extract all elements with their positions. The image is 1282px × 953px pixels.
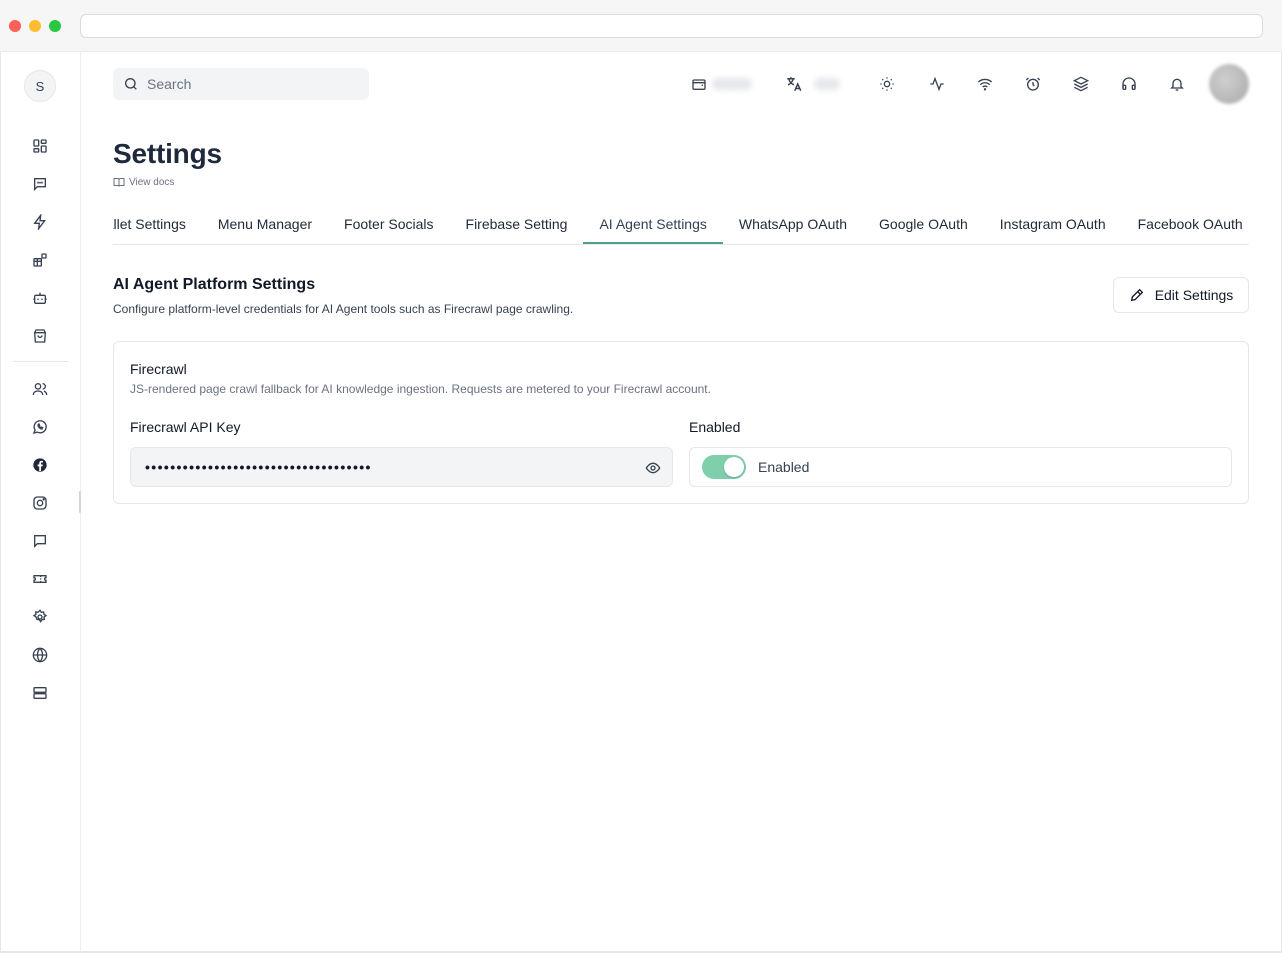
- shopping-bag-icon[interactable]: [30, 326, 50, 346]
- api-key-label: Firecrawl API Key: [130, 419, 241, 435]
- wallet-balance-blurred: [712, 78, 752, 90]
- tab-footer-socials[interactable]: Footer Socials: [328, 204, 449, 244]
- user-avatar[interactable]: [1209, 64, 1249, 104]
- api-key-masked-value: ••••••••••••••••••••••••••••••••••••: [145, 459, 372, 475]
- view-docs-link[interactable]: View docs: [113, 176, 174, 188]
- firecrawl-card: Firecrawl JS-rendered page crawl fallbac…: [113, 341, 1249, 504]
- globe-icon[interactable]: [30, 645, 50, 665]
- address-bar[interactable]: [80, 14, 1263, 38]
- language-blurred: [814, 78, 840, 90]
- alarm-icon[interactable]: [1023, 74, 1043, 94]
- firecrawl-api-key-field[interactable]: ••••••••••••••••••••••••••••••••••••: [130, 447, 673, 487]
- tab-google-oauth[interactable]: Google OAuth: [863, 204, 984, 244]
- firecrawl-description: JS-rendered page crawl fallback for AI k…: [130, 382, 711, 396]
- sidebar-scroll-indicator[interactable]: [79, 491, 81, 513]
- settings-icon[interactable]: [30, 607, 50, 627]
- activity-icon[interactable]: [927, 74, 947, 94]
- enabled-toggle-field: Enabled: [689, 447, 1232, 487]
- sun-icon[interactable]: [877, 74, 897, 94]
- bell-icon[interactable]: [1167, 74, 1187, 94]
- browser-chrome: [0, 0, 1282, 52]
- edit-settings-label: Edit Settings: [1154, 287, 1234, 303]
- view-docs-label: View docs: [129, 176, 175, 188]
- search-icon: [125, 78, 137, 90]
- window-minimize-button[interactable]: [29, 20, 41, 32]
- tab-instagram-oauth[interactable]: Instagram OAuth: [984, 204, 1122, 244]
- whatsapp-icon[interactable]: [30, 417, 50, 437]
- enabled-label: Enabled: [689, 419, 741, 435]
- facebook-icon[interactable]: [30, 455, 50, 475]
- section-title: AI Agent Platform Settings: [113, 276, 316, 293]
- toggle-knob: [724, 457, 744, 477]
- chat-icon[interactable]: [30, 174, 50, 194]
- server-icon[interactable]: [30, 683, 50, 703]
- message-icon[interactable]: [30, 531, 50, 551]
- tab-wallet-settings[interactable]: Wallet Settings: [113, 204, 202, 244]
- translate-icon[interactable]: [784, 74, 804, 94]
- tab-whatsapp-oauth[interactable]: WhatsApp OAuth: [723, 204, 863, 244]
- book-icon: [113, 178, 125, 187]
- workspace-avatar[interactable]: S: [24, 70, 56, 102]
- edit-settings-button[interactable]: Edit Settings: [1113, 277, 1249, 313]
- settings-tabs: Wallet Settings Menu Manager Footer Soci…: [113, 204, 1249, 245]
- dashboard-icon[interactable]: [30, 136, 50, 156]
- lightning-icon[interactable]: [30, 212, 50, 232]
- sidebar-divider: [13, 361, 68, 362]
- enabled-state-text: Enabled: [758, 459, 810, 475]
- users-icon[interactable]: [30, 379, 50, 399]
- sidebar: S: [1, 52, 81, 951]
- window-maximize-button[interactable]: [49, 20, 61, 32]
- firecrawl-title: Firecrawl: [130, 361, 187, 377]
- section-description: Configure platform-level credentials for…: [113, 302, 574, 316]
- layers-icon[interactable]: [1071, 74, 1091, 94]
- wifi-icon[interactable]: [975, 74, 995, 94]
- search-placeholder: Search: [147, 76, 192, 92]
- tab-menu-manager[interactable]: Menu Manager: [202, 204, 328, 244]
- tab-firebase-setting[interactable]: Firebase Setting: [450, 204, 584, 244]
- window-close-button[interactable]: [9, 20, 21, 32]
- search-input[interactable]: Search: [113, 68, 369, 100]
- enabled-toggle[interactable]: [702, 455, 746, 479]
- tab-facebook-oauth[interactable]: Facebook OAuth: [1122, 204, 1249, 244]
- headset-icon[interactable]: [1119, 74, 1139, 94]
- eye-icon[interactable]: [644, 459, 662, 477]
- page-title: Settings: [113, 138, 222, 169]
- ticket-icon[interactable]: [30, 569, 50, 589]
- tab-ai-agent-settings[interactable]: AI Agent Settings: [583, 204, 724, 244]
- bot-icon[interactable]: [30, 288, 50, 308]
- pencil-icon: [1130, 288, 1143, 302]
- wallet-icon[interactable]: [689, 74, 709, 94]
- instagram-icon[interactable]: [30, 493, 50, 513]
- apps-icon[interactable]: [30, 250, 50, 270]
